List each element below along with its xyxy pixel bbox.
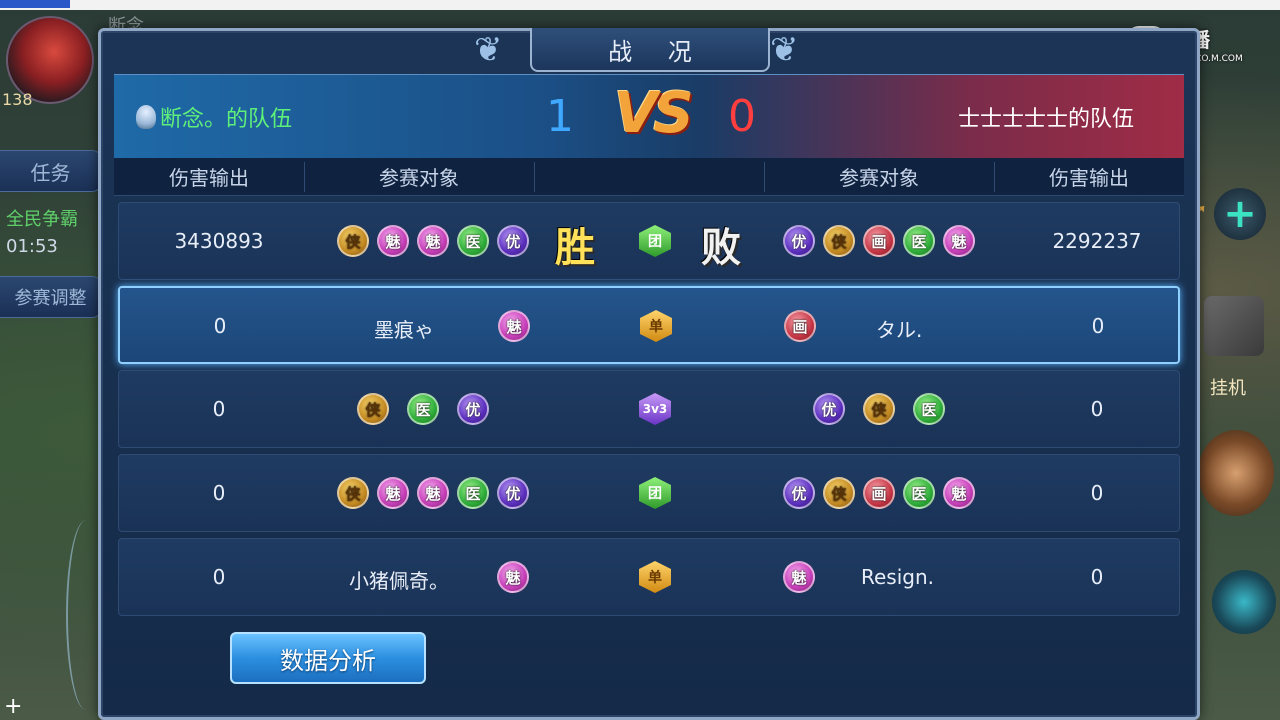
yi-class-icon: 医 (903, 477, 935, 509)
you-class-icon: 优 (457, 393, 489, 425)
left-class-icons: 侠 魅 魅 医 优 (337, 225, 529, 257)
left-team: 断念。的队伍 (136, 101, 292, 133)
yi-class-icon: 医 (457, 477, 489, 509)
table-header: 伤害输出 参赛对象 参赛对象 伤害输出 (114, 158, 1184, 196)
you-class-icon: 优 (497, 477, 529, 509)
mei-class-icon: 魅 (377, 477, 409, 509)
xia-class-icon: 侠 (357, 393, 389, 425)
data-analysis-button[interactable]: 数据分析 (230, 632, 426, 684)
damage-right: 0 (1090, 565, 1104, 589)
player-name-left: 墨痕ゃ (374, 318, 434, 342)
team-mode-icon: 团 (639, 225, 671, 257)
mei-class-icon: 魅 (943, 477, 975, 509)
event-timer: 01:53 (6, 236, 58, 257)
yi-class-icon: 医 (457, 225, 489, 257)
bottom-plus-icon[interactable]: + (4, 696, 26, 718)
damage-left: 0 (212, 565, 226, 589)
win-label: 胜 (555, 224, 595, 271)
left-class-icons: 魅 (498, 310, 530, 342)
mei-class-icon: 魅 (783, 561, 815, 593)
damage-right: 2292237 (1052, 229, 1142, 253)
damage-left: 3430893 (174, 229, 264, 253)
right-class-icons: 魅 (783, 561, 815, 593)
3v3-mode-icon: 3v3 (639, 393, 671, 425)
damage-right: 0 (1091, 314, 1105, 338)
plus-icon[interactable]: + (1214, 188, 1266, 240)
table-row[interactable]: 3430893 侠 魅 魅 医 优 胜 团 败 优 侠 画 医 魅 229223… (118, 202, 1180, 280)
team-player-icon (136, 105, 156, 129)
header-player-left: 参赛对象 (379, 166, 459, 190)
hua-class-icon: 画 (863, 225, 895, 257)
right-class-icons: 优 侠 医 (813, 393, 945, 425)
you-class-icon: 优 (813, 393, 845, 425)
table-row[interactable]: 0 侠 魅 魅 医 优 团 优 侠 画 医 魅 0 (118, 454, 1180, 532)
damage-left: 0 (212, 397, 226, 421)
skill-orb-icon[interactable] (1212, 570, 1276, 634)
player-level: 138 (2, 90, 33, 109)
right-score: 0 (728, 91, 756, 142)
panel-title: 战 况 (530, 28, 770, 72)
damage-right: 0 (1090, 397, 1104, 421)
xia-class-icon: 侠 (337, 477, 369, 509)
mei-class-icon: 魅 (943, 225, 975, 257)
player-name-right: タル. (876, 318, 923, 342)
right-class-icons: 优 侠 画 医 魅 (783, 477, 975, 509)
you-class-icon: 优 (783, 225, 815, 257)
damage-left: 0 (213, 314, 227, 338)
left-class-icons: 侠 魅 魅 医 优 (337, 477, 529, 509)
single-mode-icon: 单 (639, 561, 671, 593)
mei-class-icon: 魅 (417, 477, 449, 509)
header-damage-right: 伤害输出 (1049, 166, 1129, 190)
right-team-name: 士士士士士的队伍 (957, 107, 1134, 132)
table-row[interactable]: 0 侠 医 优 3v3 优 侠 医 0 (118, 370, 1180, 448)
top-status-bar (0, 0, 1280, 10)
event-label: 全民争霸 (6, 209, 78, 230)
table-row[interactable]: 0 小猪佩奇。 魅 单 魅 Resign. 0 (118, 538, 1180, 616)
lose-label: 败 (701, 224, 741, 271)
hua-class-icon: 画 (784, 310, 816, 342)
you-class-icon: 优 (783, 477, 815, 509)
left-class-icons: 侠 医 优 (357, 393, 489, 425)
mei-class-icon: 魅 (377, 225, 409, 257)
header-player-right: 参赛对象 (839, 166, 919, 190)
task-button[interactable]: 任务 (0, 150, 102, 192)
mei-class-icon: 魅 (498, 310, 530, 342)
yi-class-icon: 医 (913, 393, 945, 425)
scroll-ornament-left-icon: ❦ (474, 30, 503, 70)
right-class-icons: 画 (784, 310, 816, 342)
left-class-icons: 魅 (497, 561, 529, 593)
xia-class-icon: 侠 (337, 225, 369, 257)
player-name-left: 小猪佩奇。 (349, 569, 449, 593)
yi-class-icon: 医 (407, 393, 439, 425)
score-bar: 断念。的队伍 1 VS 0 士士士士士的队伍 (114, 74, 1184, 158)
mei-class-icon: 魅 (497, 561, 529, 593)
xia-class-icon: 侠 (863, 393, 895, 425)
hand-skill-icon[interactable] (1198, 430, 1274, 516)
you-class-icon: 优 (497, 225, 529, 257)
damage-left: 0 (212, 481, 226, 505)
header-damage-left: 伤害输出 (169, 166, 249, 190)
damage-right: 0 (1090, 481, 1104, 505)
vs-emblem: VS (614, 81, 694, 146)
scroll-ornament-right-icon: ❦ (770, 30, 799, 70)
yi-class-icon: 医 (903, 225, 935, 257)
player-name-right: Resign. (861, 565, 935, 589)
butterfly-ornament (66, 520, 106, 710)
team-mode-icon: 团 (639, 477, 671, 509)
mei-class-icon: 魅 (417, 225, 449, 257)
adjust-button[interactable]: 参赛调整 (0, 276, 102, 318)
crossed-swords-icon[interactable] (1204, 296, 1264, 356)
hua-class-icon: 画 (863, 477, 895, 509)
xia-class-icon: 侠 (823, 477, 855, 509)
table-row-selected[interactable]: 0 墨痕ゃ 魅 单 画 タル. 0 (118, 286, 1180, 364)
xia-class-icon: 侠 (823, 225, 855, 257)
right-class-icons: 优 侠 画 医 魅 (783, 225, 975, 257)
left-score: 1 (546, 91, 574, 142)
single-mode-icon: 单 (640, 310, 672, 342)
left-team-name: 断念。的队伍 (160, 107, 293, 132)
afk-label[interactable]: 挂机 (1210, 374, 1246, 400)
